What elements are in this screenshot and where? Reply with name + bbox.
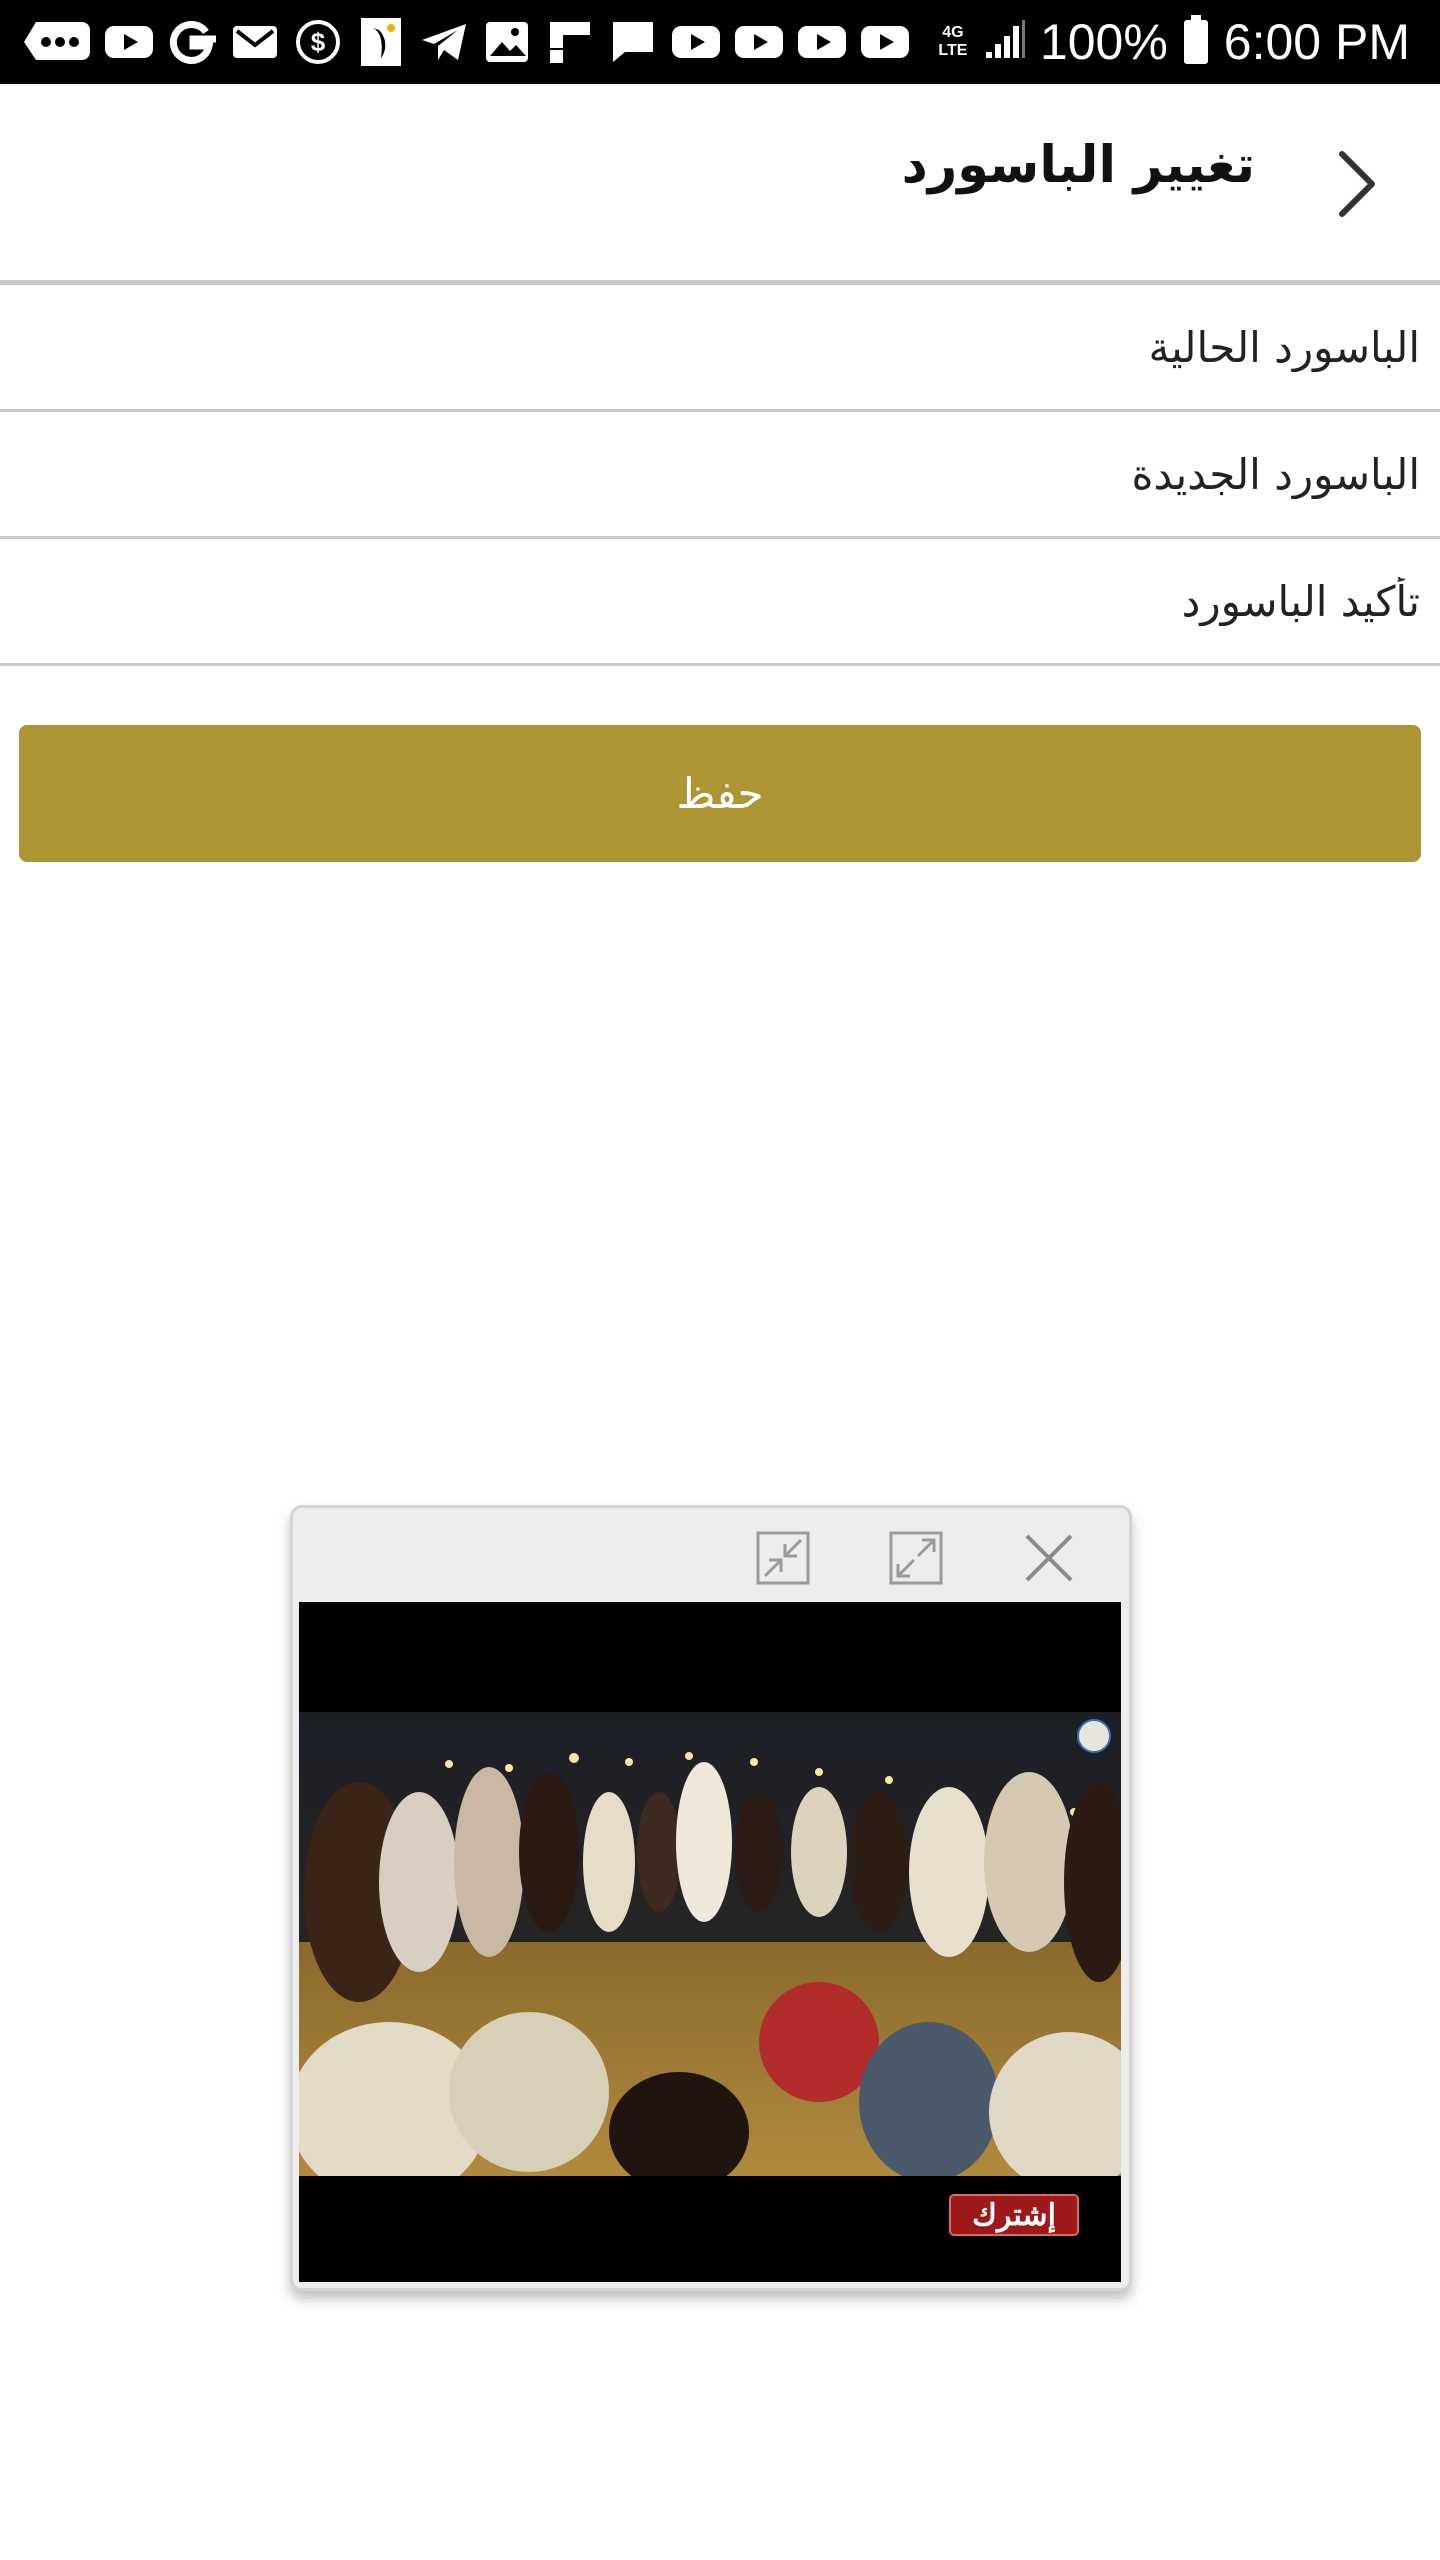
message-icon [607,16,659,68]
collapse-icon [756,1531,810,1585]
save-button[interactable]: حفظ [19,725,1421,862]
expand-icon [889,1531,943,1585]
gmail-icon [229,16,281,68]
close-icon [1025,1534,1073,1582]
chat-bubble-icon [22,16,92,68]
status-bar: $ 4G LTE 100% 6:00 PM [0,0,1440,84]
network-type: 4G LTE [938,24,968,59]
telegram-icon [418,16,470,68]
video-frame[interactable]: إشترك [299,1602,1121,2282]
money-icon: $ [292,16,344,68]
chevron-right-icon [1339,151,1375,217]
flipboard-icon [544,16,596,68]
svg-text:$: $ [311,27,326,57]
google-icon [166,16,218,68]
status-right: 4G LTE 100% 6:00 PM [938,0,1410,84]
signal-icon [982,18,1026,66]
clock: 6:00 PM [1223,14,1410,70]
close-button[interactable] [1021,1530,1077,1586]
current-password-row [0,285,1440,412]
expand-button[interactable] [888,1530,944,1586]
gallery-icon [481,16,533,68]
youtube-icon [670,16,722,68]
back-button[interactable] [1328,144,1388,224]
youtube-icon [103,16,155,68]
battery-percent: 100% [1039,14,1168,70]
app-header: تغيير الباسورد [0,84,1440,280]
video-thumbnail [299,1712,1121,2176]
youtube-icon [859,16,911,68]
minimize-button[interactable] [755,1530,811,1586]
bird-app-icon [355,16,407,68]
confirm-password-field[interactable] [0,539,1440,663]
subscribe-badge[interactable]: إشترك [949,2194,1079,2236]
youtube-icon [796,16,848,68]
new-password-field[interactable] [0,412,1440,536]
notification-icons: $ [22,16,922,68]
battery-icon [1182,15,1210,69]
new-password-row [0,412,1440,539]
current-password-field[interactable] [0,285,1440,409]
youtube-icon [733,16,785,68]
floating-video-player[interactable]: إشترك [290,1505,1132,2291]
confirm-password-row [0,539,1440,666]
page-title: تغيير الباسورد [901,136,1255,195]
